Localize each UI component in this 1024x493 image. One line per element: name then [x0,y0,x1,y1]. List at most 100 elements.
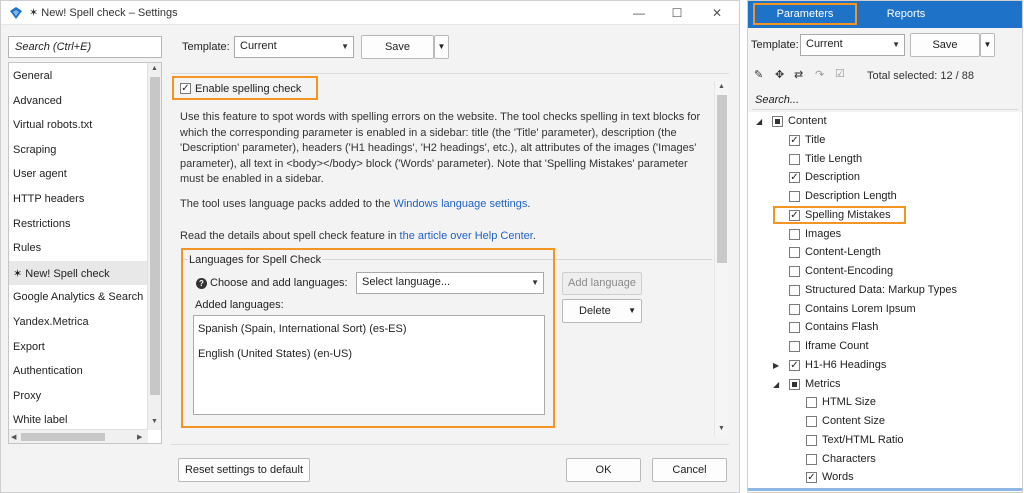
nav-item[interactable]: Virtual robots.txt [9,113,148,137]
nav-item[interactable]: Scraping [9,138,148,162]
tree-item-label[interactable]: Text/HTML Ratio [822,434,904,446]
tree-checkbox[interactable] [789,284,800,296]
tree-collapse-arrow-icon[interactable]: ◢ [756,117,762,126]
tree-checkbox[interactable] [789,303,800,315]
help-center-article-link[interactable]: the article over Help Center [400,230,533,242]
tree-checkbox[interactable]: ✓ [789,134,800,146]
tree-checkbox[interactable]: ✓ [789,172,800,184]
tree-item-label[interactable]: Structured Data: Markup Types [805,284,957,296]
nav-item[interactable]: Restrictions [9,212,148,236]
tree-checkbox[interactable] [789,266,800,277]
tree-item-label[interactable]: Content [788,115,827,127]
template-save-button[interactable]: Save [361,35,434,59]
template-select[interactable]: Current ▼ [234,36,354,58]
tree-checkbox[interactable] [789,378,800,390]
tree-item-label[interactable]: Metrics [805,378,840,390]
eraser-icon[interactable]: ✎ [754,68,763,81]
tree-item-label[interactable]: Content-Encoding [805,265,893,277]
nav-item[interactable]: General [9,64,148,88]
tree-checkbox[interactable] [806,416,817,427]
tree-checkbox[interactable] [806,434,817,446]
tree-item-label[interactable]: Iframe Count [805,340,869,352]
save-dropdown-chevron-icon[interactable]: ▼ [434,35,449,59]
ok-button[interactable]: OK [566,458,641,482]
tree-item-label[interactable]: Title Length [805,153,862,165]
enable-spelling-checkbox[interactable]: ✓ [180,83,191,94]
nav-item[interactable]: Google Analytics & Search [9,285,148,309]
nav-item[interactable]: Export [9,335,148,359]
reset-to-default-button[interactable]: Reset settings to default [178,458,310,482]
tree-item-label[interactable]: Contains Flash [805,321,878,333]
settings-search-input[interactable]: Search (Ctrl+E) [8,36,162,58]
tree-checkbox[interactable] [789,322,800,334]
tab-reports[interactable]: Reports [860,3,952,25]
tree-checkbox[interactable] [772,116,783,127]
added-languages-list[interactable]: Spanish (Spain, International Sort) (es-… [193,315,545,415]
check-all-icon[interactable]: ☑ [835,67,845,80]
nav-item[interactable]: User agent [9,162,148,186]
content-vertical-scrollbar[interactable]: ▲ ▼ [714,81,728,437]
tree-checkbox[interactable] [789,341,800,352]
tree-item-label[interactable]: Characters [822,453,876,465]
tree-item-label[interactable]: Images [805,228,841,240]
scroll-down-arrow-icon[interactable]: ▼ [718,425,725,432]
nav-scroll-thumb[interactable] [150,77,160,395]
nav-item[interactable]: HTTP headers [9,187,148,211]
content-scroll-thumb[interactable] [717,95,727,263]
added-language-item[interactable]: Spanish (Spain, International Sort) (es-… [198,323,407,335]
scroll-up-arrow-icon[interactable]: ▲ [718,83,725,90]
nav-item[interactable]: Proxy [9,384,148,408]
language-select[interactable]: Select language... ▼ [356,272,544,294]
tree-checkbox[interactable] [789,247,800,259]
swap-icon[interactable]: ⇄ [794,68,803,81]
tree-checkbox[interactable] [806,397,817,409]
nav-item[interactable]: Advanced [9,89,148,113]
tree-item-label[interactable]: Description Length [805,190,897,202]
close-icon[interactable]: ✕ [707,4,727,22]
tree-checkbox[interactable] [789,191,800,202]
scroll-left-arrow-icon[interactable]: ◀ [11,433,16,441]
tree-checkbox[interactable]: ✓ [789,359,800,371]
help-question-icon[interactable]: ? [196,278,207,289]
tree-item-label[interactable]: HTML Size [822,396,876,408]
nav-vertical-scrollbar[interactable]: ▲ ▼ [147,63,161,430]
tree-expand-arrow-icon[interactable]: ▶ [773,361,779,370]
tree-checkbox[interactable]: ✓ [806,472,817,484]
tab-parameters[interactable]: Parameters [753,3,857,25]
tree-checkbox[interactable] [806,453,817,465]
tree-item-label[interactable]: H1-H6 Headings [805,359,886,371]
redo-icon[interactable]: ↷ [815,68,824,81]
tree-item-label[interactable]: Words [822,471,854,483]
tree-item-label[interactable]: Title [805,134,825,146]
nav-horizontal-scrollbar[interactable]: ◀ ▶ [9,429,148,443]
add-language-button[interactable]: Add language [562,272,642,295]
maximize-icon[interactable]: ☐ [667,4,687,22]
scroll-down-arrow-icon[interactable]: ▼ [151,418,158,425]
nav-item[interactable]: Rules [9,236,148,260]
minimize-icon[interactable]: — [629,4,649,22]
nav-hscroll-thumb[interactable] [21,433,105,441]
tree-item-label[interactable]: Description [805,171,860,183]
panel-save-chevron-icon[interactable]: ▼ [980,33,995,57]
delete-language-button[interactable]: Delete ▼ [562,299,642,323]
panel-save-button[interactable]: Save [910,33,980,57]
tree-checkbox[interactable] [789,228,800,240]
tree-collapse-arrow-icon[interactable]: ◢ [773,380,779,389]
panel-template-label: Template: [751,39,799,51]
panel-template-select[interactable]: Current ▼ [800,34,905,56]
scroll-right-arrow-icon[interactable]: ▶ [137,433,142,441]
nav-item[interactable]: Yandex.Metrica [9,310,148,334]
parameters-search-input[interactable]: Search... [752,92,1018,110]
enable-spelling-label[interactable]: Enable spelling check [195,83,301,95]
cancel-button[interactable]: Cancel [652,458,727,482]
nav-item[interactable]: Authentication [9,359,148,383]
tree-item-label[interactable]: Content Size [822,415,885,427]
tree-item-label[interactable]: Contains Lorem Ipsum [805,303,916,315]
nav-item[interactable]: ✶ New! Spell check [9,260,148,285]
windows-language-settings-link[interactable]: Windows language settings [393,198,527,210]
tree-item-label[interactable]: Content-Length [805,246,881,258]
added-language-item[interactable]: English (United States) (en-US) [198,348,352,360]
scroll-up-arrow-icon[interactable]: ▲ [151,65,158,72]
collapse-icon[interactable]: ✥ [775,68,784,81]
tree-checkbox[interactable] [789,153,800,165]
